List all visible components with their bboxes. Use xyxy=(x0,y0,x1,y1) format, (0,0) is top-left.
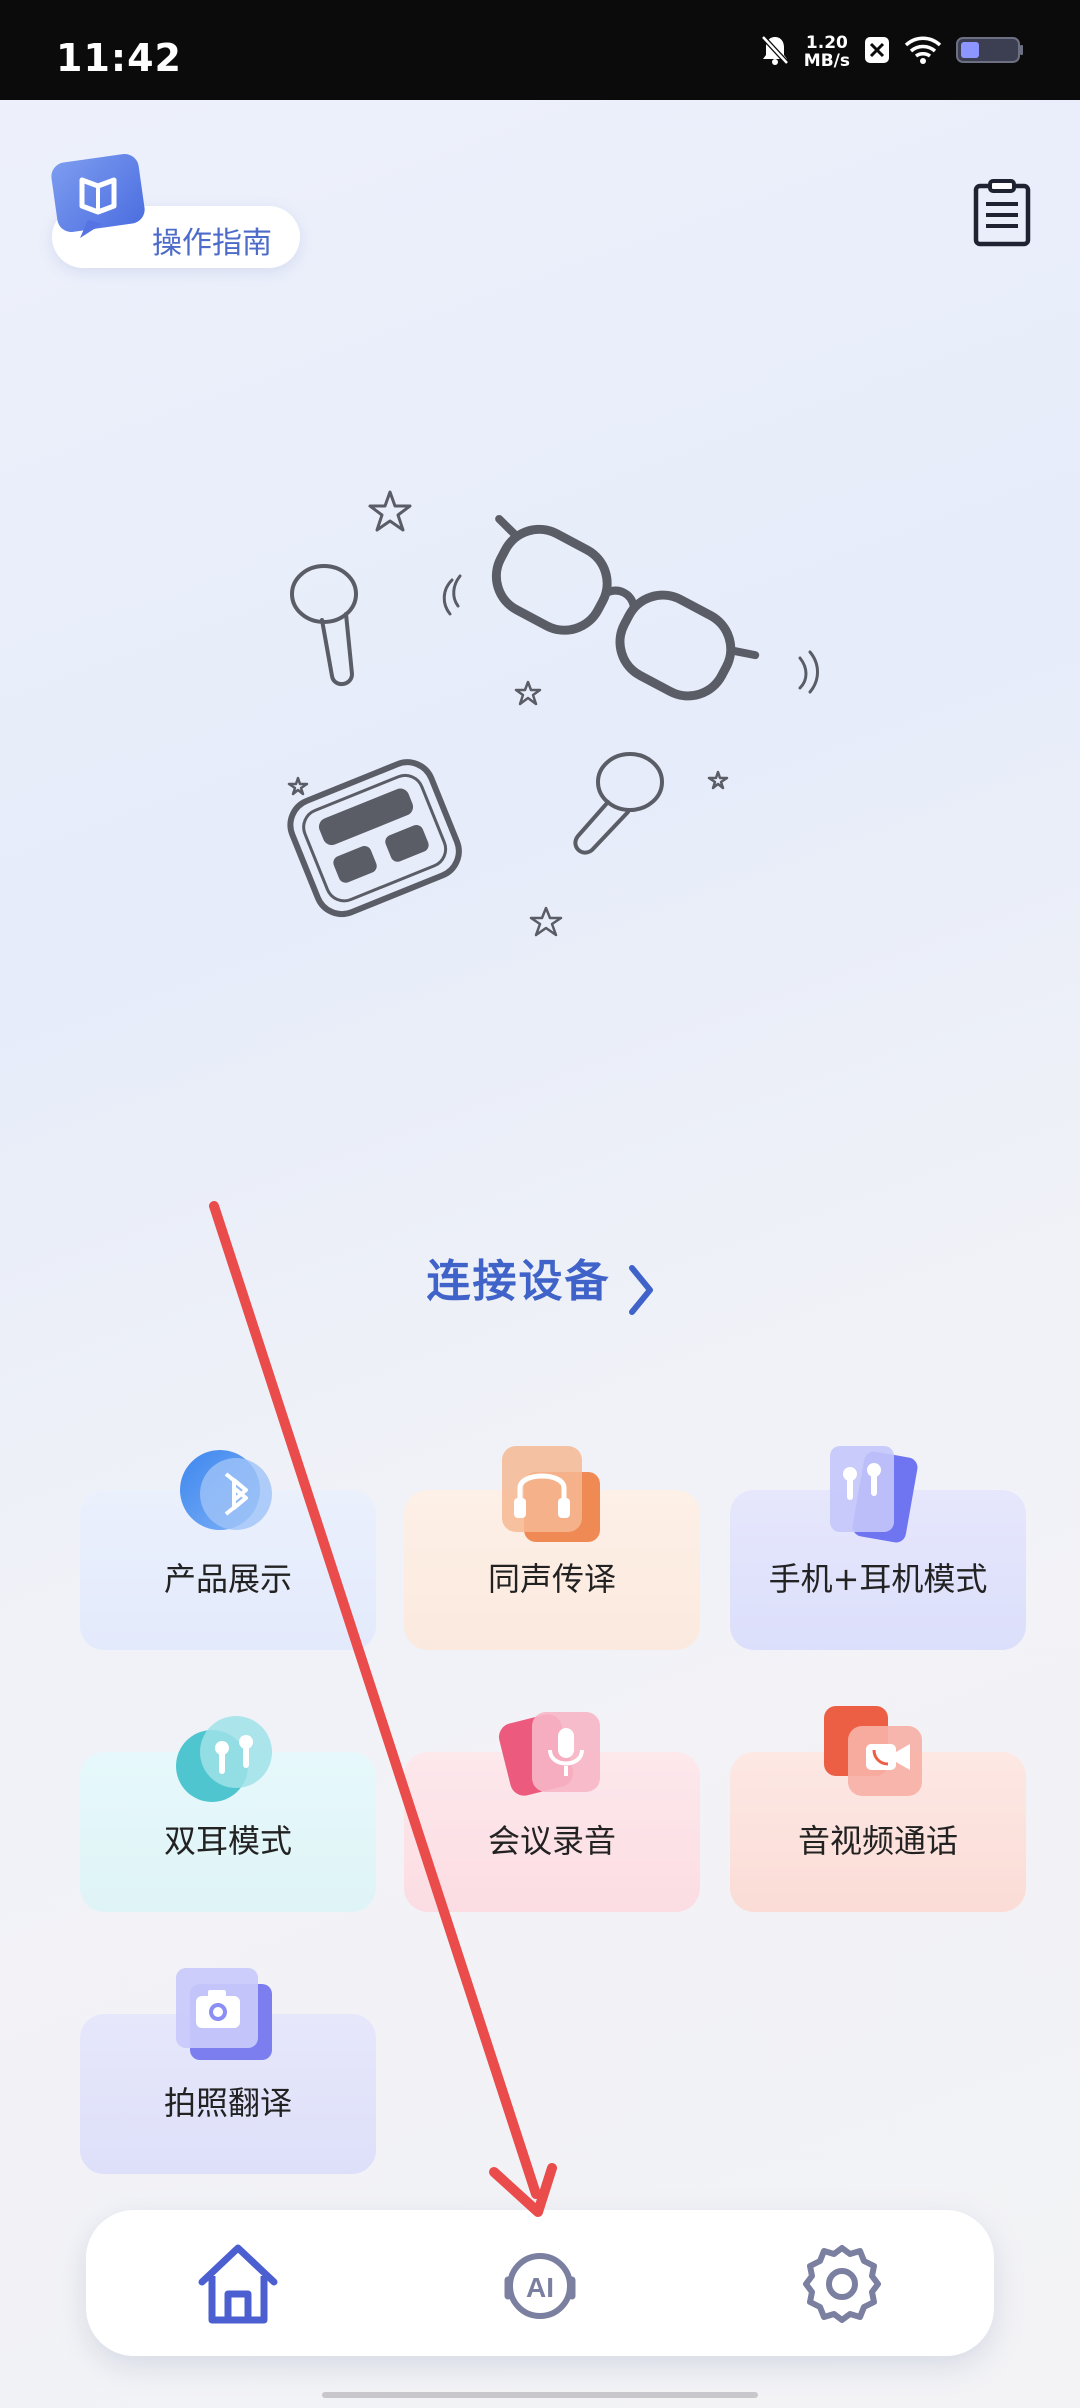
feature-label: 会议录音 xyxy=(487,1822,616,1860)
chevron-right-icon xyxy=(626,1264,654,1320)
feature-label: 产品展示 xyxy=(163,1560,292,1598)
home-indicator xyxy=(322,2392,758,2398)
earbuds-icon xyxy=(168,1704,288,1814)
nav-ai-button[interactable]: AI xyxy=(490,2234,590,2334)
status-icons: 1.20 MB/s xyxy=(760,30,1024,74)
svg-text:AI: AI xyxy=(526,2272,554,2303)
home-icon xyxy=(188,2244,288,2338)
video-call-icon xyxy=(818,1700,938,1810)
nav-settings-button[interactable] xyxy=(792,2234,892,2334)
clipboard-icon[interactable] xyxy=(972,178,1032,248)
network-speed: 1.20 MB/s xyxy=(803,33,850,71)
nav-home-button[interactable] xyxy=(188,2234,288,2334)
feature-label: 双耳模式 xyxy=(163,1822,292,1860)
bottom-navigation: AI xyxy=(86,2210,994,2356)
headset-icon xyxy=(494,1442,614,1552)
ai-assistant-icon: AI xyxy=(490,2253,590,2338)
feature-label: 拍照翻译 xyxy=(163,2084,292,2122)
guide-label: 操作指南 xyxy=(152,226,272,261)
bell-muted-icon xyxy=(760,34,790,70)
camera-icon xyxy=(168,1962,288,2072)
feature-label: 手机+耳机模式 xyxy=(768,1560,988,1598)
battery-icon xyxy=(956,35,1024,69)
connect-device-link[interactable]: 连接设备 xyxy=(0,1245,1080,1320)
glasses-earbuds-illustration xyxy=(280,480,840,960)
connect-device-label: 连接设备 xyxy=(426,1256,611,1307)
feature-label: 同声传译 xyxy=(487,1560,616,1598)
bluetooth-icon xyxy=(168,1442,288,1552)
microphone-icon xyxy=(494,1704,614,1814)
wifi-icon xyxy=(904,35,942,69)
status-bar: 11:42 1.20 MB/s xyxy=(0,0,1080,100)
feature-label: 音视频通话 xyxy=(797,1822,958,1860)
phone-earbuds-icon xyxy=(818,1442,938,1552)
settings-icon xyxy=(792,2245,892,2338)
book-chat-icon[interactable] xyxy=(44,150,154,250)
status-time: 11:42 xyxy=(56,36,182,80)
x-app-icon xyxy=(864,36,890,68)
